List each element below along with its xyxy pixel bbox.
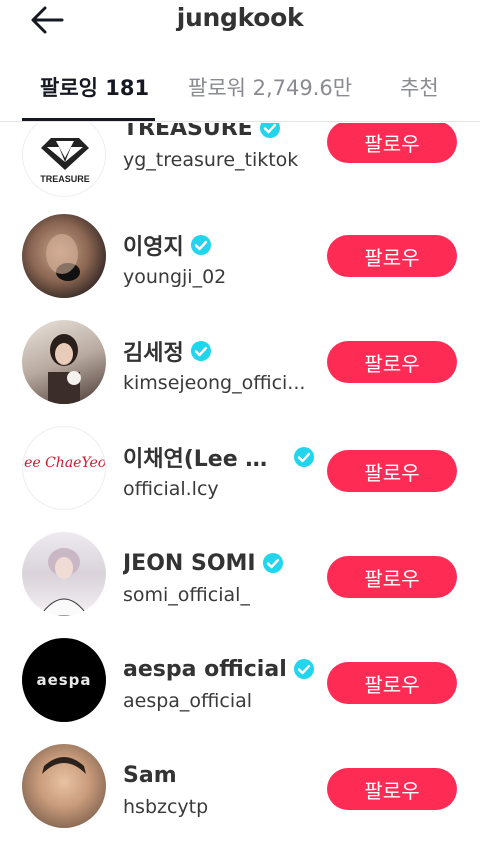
verified-badge-icon bbox=[190, 235, 211, 255]
user-name: TREASURE bbox=[123, 123, 253, 141]
active-tab-indicator bbox=[22, 118, 155, 121]
verified-badge-icon bbox=[293, 659, 314, 679]
user-handle: youngji_02 bbox=[123, 266, 227, 288]
lee-chaeyeon-logo: Lee ChaeYeon bbox=[23, 455, 106, 471]
aespa-logo: aespa bbox=[36, 671, 91, 689]
list-item[interactable]: TREASURE TREASURE yg_treasure_tiktok 팔로우 bbox=[0, 123, 480, 219]
user-name: Sam bbox=[123, 762, 177, 788]
avatar[interactable] bbox=[22, 320, 106, 404]
name-line: TREASURE bbox=[123, 123, 281, 143]
user-name: 김세정 bbox=[123, 341, 184, 366]
list-item[interactable]: Lee ChaeYeon 이채연(Lee C... official.lcy 팔… bbox=[0, 426, 480, 532]
name-line: aespa official bbox=[123, 654, 315, 684]
user-name: 이영지 bbox=[123, 235, 184, 260]
top-bar: jungkook bbox=[0, 0, 480, 62]
verified-badge-icon bbox=[262, 553, 283, 573]
follow-button[interactable]: 팔로우 bbox=[327, 123, 457, 163]
verified-badge-icon bbox=[190, 341, 211, 361]
follow-button[interactable]: 팔로우 bbox=[327, 235, 457, 277]
name-line: 김세정 bbox=[123, 336, 212, 366]
user-handle: kimsejeong_offici... bbox=[123, 372, 306, 394]
user-name: JEON SOMI bbox=[123, 550, 256, 576]
avatar[interactable]: aespa bbox=[22, 638, 106, 722]
follow-button[interactable]: 팔로우 bbox=[327, 341, 457, 383]
user-name: aespa official bbox=[123, 656, 287, 682]
list-item[interactable]: 김세정 kimsejeong_offici... 팔로우 bbox=[0, 320, 480, 426]
user-handle: somi_official_ bbox=[123, 584, 250, 606]
avatar[interactable]: Lee ChaeYeon bbox=[22, 426, 106, 510]
avatar[interactable] bbox=[22, 214, 106, 298]
verified-badge-icon bbox=[259, 123, 280, 138]
name-line: JEON SOMI bbox=[123, 548, 284, 578]
list-item[interactable]: JEON SOMI somi_official_ 팔로우 bbox=[0, 532, 480, 638]
list-item[interactable]: aespa aespa official aespa_official 팔로우 bbox=[0, 638, 480, 744]
tab-following[interactable]: 팔로잉 181 bbox=[40, 72, 149, 112]
tab-suggested[interactable]: 추천 bbox=[400, 72, 439, 112]
user-handle: yg_treasure_tiktok bbox=[123, 149, 299, 171]
list-item[interactable]: Sam hsbzcytp 팔로우 bbox=[0, 744, 480, 843]
follow-button[interactable]: 팔로우 bbox=[327, 556, 457, 598]
tab-followers[interactable]: 팔로워 2,749.6만 bbox=[188, 72, 352, 112]
treasure-logo-icon bbox=[41, 138, 89, 170]
name-line: 이영지 bbox=[123, 230, 212, 260]
page-title: jungkook bbox=[176, 3, 304, 32]
verified-badge-icon bbox=[294, 447, 314, 467]
follow-button[interactable]: 팔로우 bbox=[327, 450, 457, 492]
list-item[interactable]: 이영지 youngji_02 팔로우 bbox=[0, 214, 480, 320]
avatar[interactable] bbox=[22, 744, 106, 828]
tab-bar: 팔로잉 181 팔로워 2,749.6만 추천 bbox=[0, 62, 480, 122]
svg-text:TREASURE: TREASURE bbox=[40, 174, 90, 184]
following-list: TREASURE TREASURE yg_treasure_tiktok 팔로우… bbox=[0, 123, 480, 843]
name-line: 이채연(Lee C... bbox=[123, 442, 315, 472]
follow-button[interactable]: 팔로우 bbox=[327, 768, 457, 810]
name-line: Sam bbox=[123, 760, 177, 790]
user-handle: hsbzcytp bbox=[123, 796, 209, 818]
avatar[interactable]: TREASURE bbox=[22, 123, 106, 197]
user-handle: aespa_official bbox=[123, 690, 253, 712]
follow-button[interactable]: 팔로우 bbox=[327, 662, 457, 704]
user-name: 이채연(Lee C... bbox=[123, 447, 283, 472]
avatar[interactable] bbox=[22, 532, 106, 616]
user-handle: official.lcy bbox=[123, 478, 219, 500]
